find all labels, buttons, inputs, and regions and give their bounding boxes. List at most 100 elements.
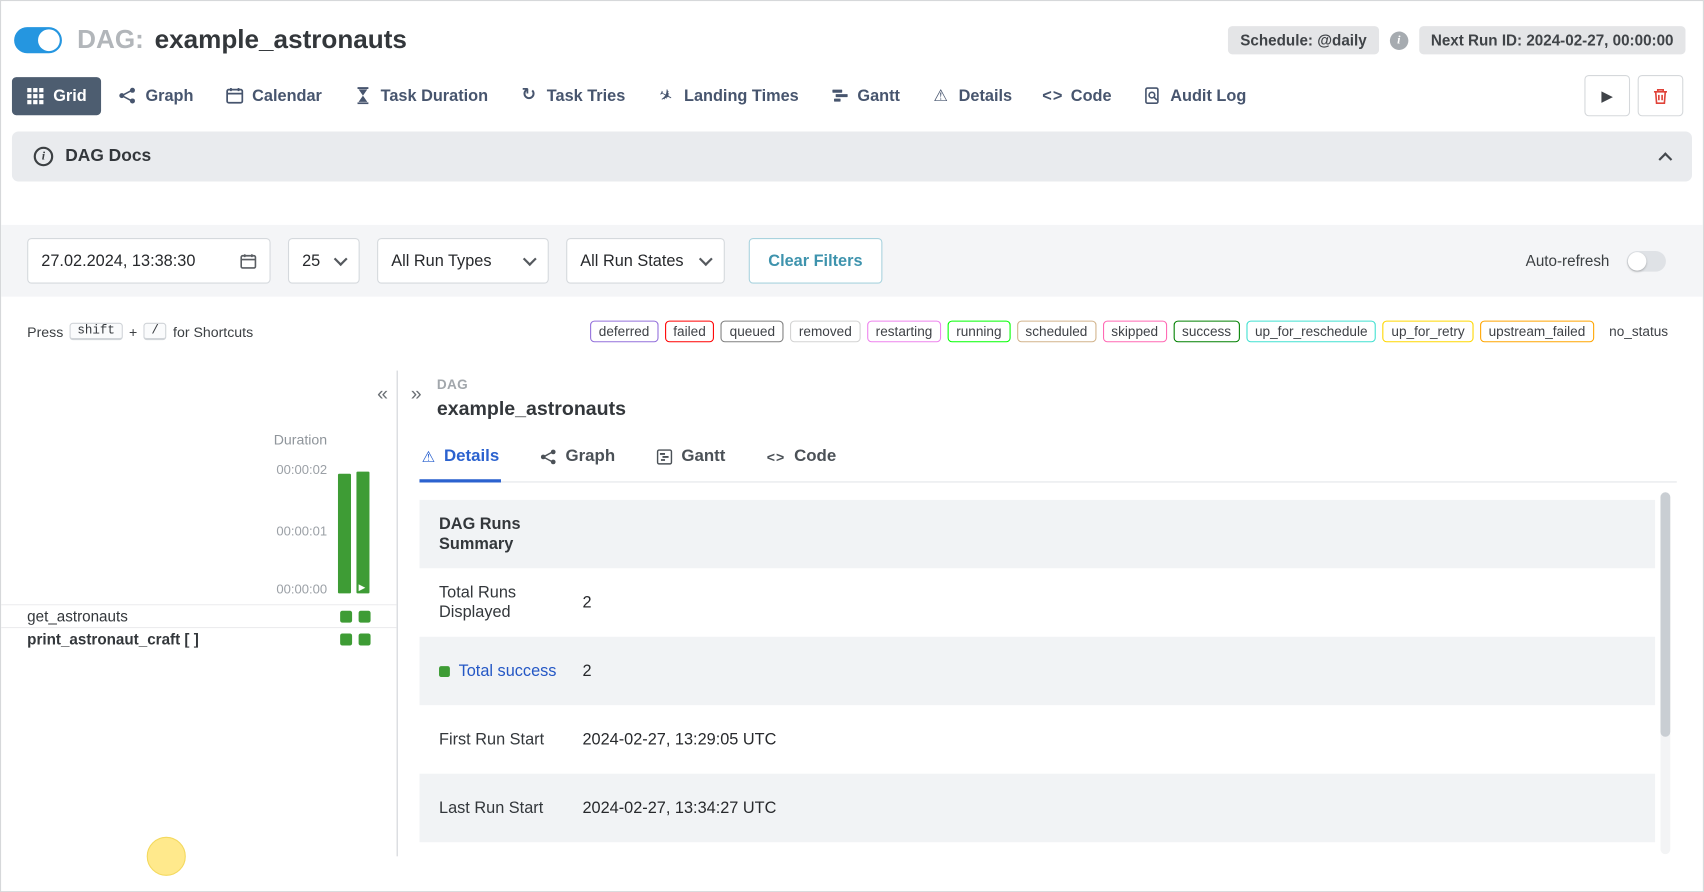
main-split: « Duration 00:00:02 00:00:01 00:00:00 ▶ …: [1, 371, 1703, 857]
shortcut-bubble[interactable]: [147, 837, 186, 876]
docs-info-icon: i: [34, 147, 54, 167]
date-picker-icon[interactable]: [240, 253, 256, 269]
legend-restarting[interactable]: restarting: [867, 321, 941, 343]
summary-row-value: 2: [582, 593, 591, 611]
summary-row-total-success: Total success 2: [419, 637, 1655, 705]
dag-pause-toggle[interactable]: [14, 27, 62, 53]
dag-breadcrumb: DAG: [437, 377, 1703, 392]
legend-queued[interactable]: queued: [721, 321, 784, 343]
subtab-code[interactable]: <> Code: [765, 438, 839, 483]
summary-row-first-run-start: First Run Start 2024-02-27, 13:29:05 UTC: [419, 705, 1655, 773]
legend-skipped[interactable]: skipped: [1103, 321, 1167, 343]
grid-icon: [26, 86, 44, 104]
details-panel: » DAG example_astronauts ⚠ Details Graph: [398, 371, 1703, 857]
chevron-down-icon: [699, 252, 713, 266]
subtab-label: Code: [794, 447, 836, 467]
schedule-badge: Schedule: @daily: [1228, 26, 1378, 54]
summary-row-total-runs: Total Runs Displayed 2: [419, 568, 1655, 636]
total-success-link[interactable]: Total success: [459, 662, 557, 681]
clear-filters-button[interactable]: Clear Filters: [749, 238, 882, 284]
duration-bar-run2[interactable]: ▶: [356, 472, 369, 594]
scrollbar-thumb[interactable]: [1660, 492, 1670, 737]
task-instance-square[interactable]: [340, 633, 352, 645]
tab-details[interactable]: ⚠ Details: [917, 77, 1026, 115]
y-tick: 00:00:01: [276, 524, 327, 539]
legend-removed[interactable]: removed: [790, 321, 860, 343]
dag-prefix-label: DAG:: [77, 25, 144, 55]
calendar-icon: [225, 86, 243, 104]
trigger-dag-button[interactable]: ▶: [1584, 75, 1630, 116]
page-size-select[interactable]: 25: [288, 238, 360, 284]
tab-label: Task Tries: [547, 86, 626, 104]
tab-task-duration[interactable]: Task Duration: [339, 77, 502, 115]
dag-actions: ▶: [1584, 75, 1683, 116]
tab-code[interactable]: <> Code: [1030, 77, 1126, 115]
tab-label: Task Duration: [381, 86, 488, 104]
trash-icon: [1652, 86, 1669, 104]
subtab-gantt[interactable]: Gantt: [654, 438, 727, 483]
graph-icon: [541, 448, 557, 464]
airflow-dag-page: DAG: example_astronauts Schedule: @daily…: [0, 0, 1704, 892]
subtab-label: Graph: [566, 447, 616, 467]
summary-row-label: Total Runs Displayed: [439, 584, 582, 621]
summary-row-value: 2024-02-27, 13:29:05 UTC: [582, 730, 776, 748]
summary-row-label: Total success: [439, 662, 582, 681]
legend-success[interactable]: success: [1173, 321, 1239, 343]
code-icon: <>: [1044, 86, 1062, 104]
tab-label: Graph: [145, 86, 193, 104]
legend-deferred[interactable]: deferred: [590, 321, 658, 343]
shift-key: shift: [70, 323, 123, 340]
expand-right-icon[interactable]: »: [411, 384, 422, 404]
view-tabs: Grid Graph Calendar Task Duration ↻ Task…: [1, 73, 1703, 125]
legend-no-status[interactable]: no_status: [1600, 321, 1676, 343]
legend-failed[interactable]: failed: [665, 321, 715, 343]
task-instance-square[interactable]: [359, 610, 371, 622]
shortcuts-plus: +: [129, 323, 137, 339]
run-states-select[interactable]: All Run States: [566, 238, 725, 284]
tab-landing-times[interactable]: ✈ Landing Times: [643, 77, 813, 115]
filter-bar: 27.02.2024, 13:38:30 25 All Run Types Al…: [1, 225, 1703, 297]
tab-task-tries[interactable]: ↻ Task Tries: [505, 77, 639, 115]
legend-up-for-retry[interactable]: up_for_retry: [1383, 321, 1474, 343]
run-types-select[interactable]: All Run Types: [377, 238, 549, 284]
task-instance-square[interactable]: [359, 633, 371, 645]
auto-refresh-toggle[interactable]: [1627, 250, 1666, 271]
run-states-value: All Run States: [580, 252, 683, 270]
slash-key: /: [144, 323, 167, 340]
warning-triangle-icon: ⚠: [931, 86, 949, 104]
legend-up-for-reschedule[interactable]: up_for_reschedule: [1246, 321, 1376, 343]
tab-audit-log[interactable]: Audit Log: [1129, 77, 1260, 115]
tab-calendar[interactable]: Calendar: [211, 77, 336, 115]
run-types-value: All Run Types: [391, 252, 491, 270]
subtab-graph[interactable]: Graph: [538, 438, 617, 483]
duration-chart: Duration 00:00:02 00:00:01 00:00:00 ▶: [1, 371, 397, 605]
dag-docs-label: DAG Docs: [65, 147, 151, 167]
duration-bar-run1[interactable]: [338, 474, 351, 594]
schedule-info-icon[interactable]: i: [1390, 31, 1408, 49]
legend-upstream-failed[interactable]: upstream_failed: [1480, 321, 1594, 343]
chevron-up-icon[interactable]: [1658, 152, 1672, 166]
subtab-details[interactable]: ⚠ Details: [419, 438, 501, 483]
y-tick: 00:00:02: [276, 462, 327, 477]
plane-landing-icon: ✈: [654, 83, 679, 108]
dag-header: DAG: example_astronauts Schedule: @daily…: [1, 1, 1703, 73]
task-name-get-astronauts[interactable]: get_astronauts: [27, 607, 128, 624]
graph-icon: [118, 86, 136, 104]
delete-dag-button[interactable]: [1638, 75, 1684, 116]
dag-docs-panel[interactable]: i DAG Docs: [12, 131, 1692, 181]
summary-header-label: DAG Runs Summary: [439, 515, 582, 552]
dag-name: example_astronauts: [155, 25, 407, 55]
next-run-badge: Next Run ID: 2024-02-27, 00:00:00: [1419, 26, 1686, 54]
tab-label: Audit Log: [1170, 86, 1246, 104]
legend-scheduled[interactable]: scheduled: [1017, 321, 1096, 343]
details-scrollbar[interactable]: [1660, 492, 1670, 854]
task-instance-square[interactable]: [340, 610, 352, 622]
task-name-print-astronaut-craft[interactable]: print_astronaut_craft [ ]: [27, 630, 199, 647]
grid-panel: « Duration 00:00:02 00:00:01 00:00:00 ▶ …: [1, 371, 398, 857]
chevron-down-icon: [523, 252, 537, 266]
legend-running[interactable]: running: [948, 321, 1011, 343]
tab-grid[interactable]: Grid: [12, 77, 101, 115]
tab-gantt[interactable]: Gantt: [816, 77, 914, 115]
tab-graph[interactable]: Graph: [104, 77, 207, 115]
base-date-input[interactable]: 27.02.2024, 13:38:30: [27, 238, 270, 284]
